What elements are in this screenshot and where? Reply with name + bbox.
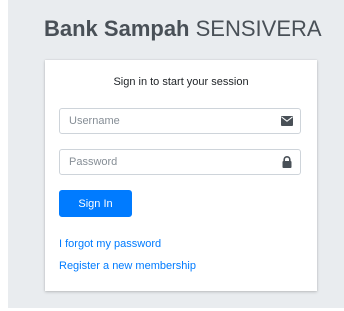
forgot-password-link[interactable]: I forgot my password: [59, 238, 161, 250]
login-logo[interactable]: Bank Sampah SENSIVERA: [44, 16, 322, 42]
login-card: Sign in to start your session Sign In I …: [45, 60, 317, 291]
password-group: [59, 149, 301, 175]
envelope-icon: [274, 109, 300, 133]
login-box-message: Sign in to start your session: [113, 76, 249, 88]
lock-icon: [274, 150, 300, 174]
logo-brand: Bank Sampah: [44, 16, 190, 41]
sign-in-button[interactable]: Sign In: [59, 190, 132, 217]
login-page: Bank Sampah SENSIVERA Sign in to start y…: [0, 0, 344, 311]
username-input[interactable]: [60, 109, 274, 133]
logo-brand-light: SENSIVERA: [195, 16, 322, 41]
username-group: [59, 108, 301, 134]
password-input[interactable]: [60, 150, 274, 174]
register-link[interactable]: Register a new membership: [59, 260, 196, 272]
